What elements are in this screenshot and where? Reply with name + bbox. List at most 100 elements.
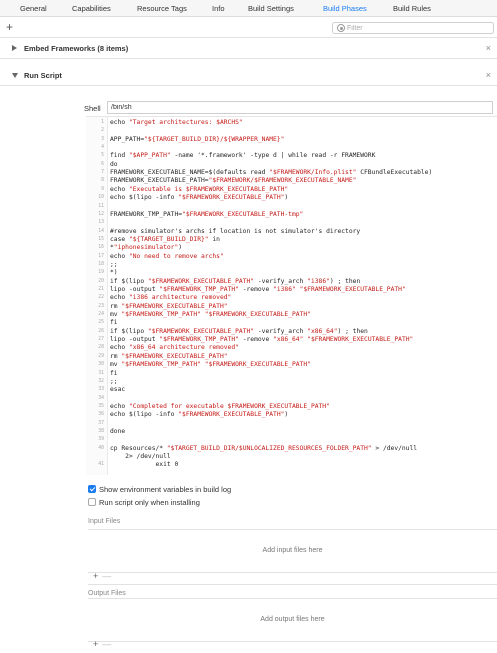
- script-line-text: APP_PATH="${TARGET_BUILD_DIR}/${WRAPPER_…: [110, 135, 285, 143]
- line-number: 33: [98, 387, 104, 393]
- script-editor[interactable]: 1 echo "Target architectures: $ARCHS" 2 3 AP…: [86, 116, 497, 475]
- script-line: 13: [86, 219, 497, 227]
- script-line-text: esac: [110, 386, 126, 394]
- filter-field[interactable]: [332, 22, 494, 34]
- script-line-text: echo "Completed for executable $FRAMEWOR…: [110, 402, 330, 410]
- tab-build-phases[interactable]: Build Phases: [323, 4, 367, 13]
- line-number: 4: [101, 145, 104, 151]
- script-line: 30 mv "$FRAMEWORK_TMP_PATH" "$FRAMEWORK_E…: [86, 361, 497, 369]
- output-files-placeholder: Add output files here: [260, 616, 325, 623]
- shell-label: Shell: [84, 104, 101, 113]
- script-line-text: cp Resources/* "$TARGET_BUILD_DIR/$UNLOC…: [110, 444, 418, 452]
- line-number: 6: [101, 161, 104, 167]
- add-output-file-button[interactable]: +: [93, 639, 98, 649]
- line-number: 13: [98, 220, 104, 226]
- line-number: 24: [98, 312, 104, 318]
- filter-icon: [337, 24, 345, 32]
- tab-info[interactable]: Info: [212, 4, 225, 13]
- tab-general[interactable]: General: [20, 4, 47, 13]
- script-line-text: echo "Target architectures: $ARCHS": [110, 119, 243, 126]
- script-line: 2: [86, 127, 497, 135]
- remove-input-file-button[interactable]: —: [102, 571, 111, 581]
- close-icon[interactable]: ×: [486, 70, 491, 80]
- script-line-text: 2> /dev/null: [110, 453, 171, 460]
- script-line: 18;;: [86, 261, 497, 269]
- line-number: 9: [101, 186, 104, 192]
- line-number: 3: [101, 136, 104, 142]
- script-line: 39: [86, 436, 497, 444]
- script-line: 14 #remove simulator's archs if location …: [86, 228, 497, 236]
- line-number: 15: [98, 236, 104, 242]
- line-number: 19: [98, 270, 104, 276]
- line-number: 27: [98, 337, 104, 343]
- tab-bar: General Capabilities Resource Tags Info …: [0, 0, 497, 17]
- close-icon[interactable]: ×: [486, 43, 491, 53]
- add-input-file-button[interactable]: +: [93, 571, 98, 581]
- phase-run-script[interactable]: Run Script ×: [0, 66, 497, 86]
- script-line-text: do: [110, 160, 118, 168]
- add-build-phase-button[interactable]: +: [6, 20, 13, 34]
- disclosure-triangle-icon[interactable]: [12, 45, 17, 51]
- script-line: 37: [86, 420, 497, 428]
- remove-output-file-button[interactable]: —: [102, 639, 111, 649]
- script-line: 38 done: [86, 428, 497, 436]
- tab-build-rules[interactable]: Build Rules: [393, 4, 431, 13]
- script-line-text: ;;: [110, 260, 118, 268]
- script-line-text: case "${TARGET_BUILD_DIR}" in: [110, 235, 220, 243]
- script-line-text: lipo -output "$FRAMEWORK_TMP_PATH" -remo…: [110, 336, 414, 344]
- line-number: 11: [98, 203, 104, 209]
- script-line: 20 if $(lipo "$FRAMEWORK_EXECUTABLE_PATH"…: [86, 278, 497, 286]
- phase-embed-frameworks[interactable]: Embed Frameworks (8 items) ×: [0, 39, 497, 59]
- line-number: 12: [98, 211, 104, 217]
- output-files-list[interactable]: Add output files here: [88, 598, 497, 642]
- script-line-text: FRAMEWORK_EXECUTABLE_PATH="$FRAMEWORK/$F…: [110, 177, 357, 185]
- line-number: 32: [98, 378, 104, 384]
- tab-resource-tags[interactable]: Resource Tags: [137, 4, 187, 13]
- disclosure-triangle-icon[interactable]: [12, 73, 18, 78]
- line-number: 28: [98, 345, 104, 351]
- tab-capabilities[interactable]: Capabilities: [72, 4, 111, 13]
- script-line-text: echo "i386 architecture removed": [110, 294, 232, 302]
- phase-title: Embed Frameworks (8 items): [24, 44, 129, 53]
- script-line: 12 FRAMEWORK_TMP_PATH="$FRAMEWORK_EXECUTA…: [86, 211, 497, 219]
- script-line: 40 cp Resources/* "$TARGET_BUILD_DIR/$UNL…: [86, 445, 497, 453]
- filter-input[interactable]: [347, 23, 487, 33]
- phase-title: Run Script: [24, 71, 62, 80]
- line-number: 39: [98, 437, 104, 443]
- script-line: 5 find "$APP_PATH" -name '*.framework' -t…: [86, 152, 497, 160]
- script-line-text: fi: [110, 369, 118, 377]
- run-only-installing-checkbox[interactable]: [88, 498, 96, 506]
- line-number: 17: [98, 253, 104, 259]
- script-line: 25 fi: [86, 319, 497, 327]
- shell-field[interactable]: [107, 101, 493, 114]
- line-number: 25: [98, 320, 104, 326]
- script-line-text: if $(lipo "$FRAMEWORK_EXECUTABLE_PATH" -…: [110, 277, 361, 285]
- script-line: 35 echo "Completed for executable $FRAMEW…: [86, 403, 497, 411]
- script-line: 9 echo "Executable is $FRAMEWORK_EXECUTAB…: [86, 186, 497, 194]
- script-line: 34: [86, 395, 497, 403]
- script-line-text: fi: [110, 319, 118, 327]
- line-number: 2: [101, 128, 104, 134]
- script-line: 31 fi: [86, 370, 497, 378]
- divider: [88, 584, 497, 585]
- line-number: 36: [98, 412, 104, 418]
- script-line: 19 *): [86, 269, 497, 277]
- script-line-text: #remove simulator's archs if location is…: [110, 227, 361, 235]
- script-line: 36 echo $(lipo -info "$FRAMEWORK_EXECUTAB…: [86, 411, 497, 419]
- script-line: 3 APP_PATH="${TARGET_BUILD_DIR}/${WRAPPER…: [86, 136, 497, 144]
- tab-build-settings[interactable]: Build Settings: [248, 4, 294, 13]
- input-files-controls: + —: [93, 571, 111, 581]
- script-line-text: echo "x86_64 architecture removed": [110, 344, 239, 352]
- script-line: 41 exit 0: [86, 461, 497, 469]
- script-line-text: echo "No need to remove archs": [110, 252, 224, 260]
- line-number: 8: [101, 178, 104, 184]
- input-files-list[interactable]: Add input files here: [88, 529, 497, 573]
- script-line: 29 rm "$FRAMEWORK_EXECUTABLE_PATH": [86, 353, 497, 361]
- script-line: 11: [86, 203, 497, 211]
- line-number: 41: [98, 462, 104, 468]
- show-env-vars-checkbox[interactable]: [88, 485, 96, 493]
- line-number: 22: [98, 295, 104, 301]
- script-line: 10 echo $(lipo -info "$FRAMEWORK_EXECUTAB…: [86, 194, 497, 202]
- input-files-label: Input Files: [88, 518, 121, 525]
- script-line: 4: [86, 144, 497, 152]
